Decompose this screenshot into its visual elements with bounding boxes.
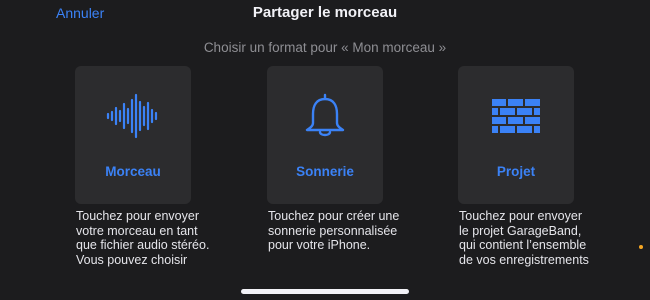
option-description-projet: Touchez pour envoyer le projet GarageBan… — [459, 209, 589, 267]
indicator-dot — [639, 245, 643, 249]
option-description-morceau: Touchez pour envoyer votre morceau en ta… — [76, 209, 210, 267]
format-option-projet[interactable]: Projet — [458, 66, 574, 204]
option-label-projet: Projet — [496, 164, 536, 179]
option-label-morceau: Morceau — [105, 164, 161, 179]
format-option-sonnerie[interactable]: Sonnerie — [267, 66, 383, 204]
waveform-icon — [75, 92, 191, 140]
option-description-sonnerie: Touchez pour créer une sonnerie personna… — [268, 209, 400, 253]
format-prompt: Choisir un format pour « Mon morceau » — [203, 40, 447, 55]
home-indicator[interactable] — [241, 289, 409, 294]
sheet-title: Partager le morceau — [252, 4, 398, 21]
format-option-morceau[interactable]: Morceau — [75, 66, 191, 204]
bell-icon — [267, 92, 383, 140]
option-label-sonnerie: Sonnerie — [296, 164, 354, 179]
brick-wall-icon — [458, 92, 574, 140]
